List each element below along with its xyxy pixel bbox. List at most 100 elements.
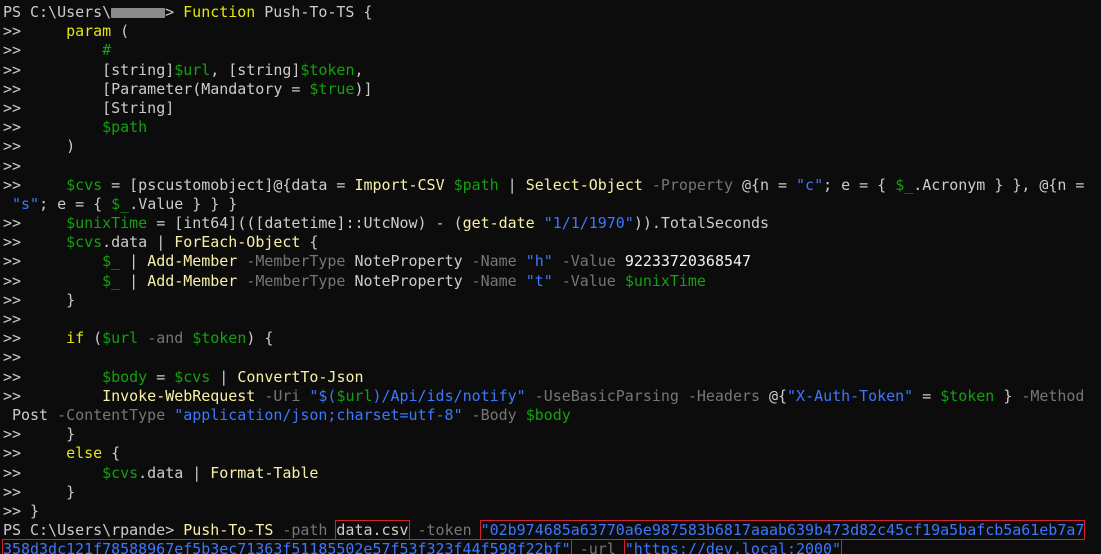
code-token: 92233720368547 <box>615 252 751 271</box>
code-token: >> <box>3 79 103 98</box>
terminal-line: >> $body = $cvs | ConvertTo-Json <box>3 368 1101 387</box>
code-token: Add-Member <box>147 271 238 290</box>
code-token: )] <box>354 79 373 98</box>
terminal-line: >> $cvs = [pscustomobject]@{data = Impor… <box>3 176 1101 195</box>
code-token: ; e = { <box>823 175 896 194</box>
code-token: [Parameter(Mandatory = <box>102 79 310 98</box>
code-token: else <box>66 444 103 463</box>
code-token: >> <box>3 386 103 405</box>
terminal-line: >> <box>3 348 1101 367</box>
code-token: "1/1/1970" <box>543 214 634 233</box>
code-token: >> <box>3 98 103 117</box>
terminal-line: 358d3dc121f78588967ef5b3ec71363f51185502… <box>2 539 1101 554</box>
code-token: } <box>66 290 76 309</box>
code-token: $_ <box>102 271 121 290</box>
code-token: >> <box>3 214 67 233</box>
code-token: "application/json;charset=utf-8" <box>174 405 463 424</box>
code-token: >> <box>3 444 67 463</box>
code-token: [string] <box>102 60 175 79</box>
code-token: Invoke-WebRequest <box>102 386 256 405</box>
code-token: { <box>300 233 319 252</box>
code-token: >> <box>3 60 103 79</box>
code-token: >> <box>3 137 67 156</box>
terminal-line: >> } <box>3 502 1101 521</box>
code-token: -Headers <box>687 386 760 405</box>
code-token: } <box>994 386 1022 405</box>
code-token: NoteProperty <box>345 271 472 290</box>
code-token: Add-Member <box>147 252 238 271</box>
terminal-line: >> # <box>3 41 1101 60</box>
code-token: [String] <box>102 98 175 117</box>
terminal-line: >> [string]$url, [string]$token, <box>3 61 1101 80</box>
code-token: | <box>120 271 148 290</box>
code-token: >> <box>3 329 67 348</box>
code-token: -UseBasicParsing <box>534 386 679 405</box>
code-token: Function <box>183 3 256 21</box>
code-token: "h" <box>525 252 553 271</box>
code-token: (([datetime]::UtcNow) - ( <box>237 214 463 233</box>
code-token: $url <box>102 329 139 348</box>
code-token: ) { <box>246 329 274 348</box>
code-token: $_ <box>111 194 130 213</box>
code-token: $token <box>300 60 355 79</box>
code-token: = <box>147 214 175 233</box>
terminal-line: "s"; e = { $_.Value } } } <box>3 195 1101 214</box>
powershell-terminal[interactable]: PS C:\Users\ > Function Push-To-TS {>> pa… <box>0 0 1101 554</box>
code-token: >> <box>3 271 103 290</box>
code-token: -Property <box>651 175 733 194</box>
code-token: $token <box>192 329 247 348</box>
highlighted-argument: data.csv <box>335 520 410 541</box>
code-token: PS C:\Users\rpande> <box>3 521 184 540</box>
code-token: [pscustomobject] <box>129 175 274 194</box>
code-token: $body <box>102 367 148 386</box>
code-token: -path <box>282 521 328 540</box>
code-token: -Body <box>471 405 517 424</box>
code-token: >> <box>3 175 67 194</box>
code-token: .data | <box>102 233 175 252</box>
code-token: # <box>102 41 112 60</box>
terminal-line: >> $_ | Add-Member -MemberType NotePrope… <box>3 272 1101 291</box>
code-token: ConvertTo-Json <box>237 367 364 386</box>
terminal-line: >> <box>3 157 1101 176</box>
code-token: -Name <box>471 252 517 271</box>
terminal-line: >> [String] <box>3 99 1101 118</box>
terminal-line: >> param ( <box>3 22 1101 41</box>
code-token: -and <box>147 329 184 348</box>
code-token: param <box>66 22 112 41</box>
terminal-line: >> } <box>3 425 1101 444</box>
highlighted-argument: "02b974685a63770a6e987583b6817aaab639b47… <box>479 520 1086 541</box>
code-token: -token <box>417 521 472 540</box>
code-token: $path <box>102 118 148 137</box>
code-token: $cvs <box>66 233 103 252</box>
code-token: ForEach-Object <box>174 233 301 252</box>
code-token: -Value <box>561 252 616 271</box>
code-token: [int64] <box>174 214 238 233</box>
code-token: -Name <box>471 271 517 290</box>
code-token: >> <box>3 367 103 386</box>
code-token: , <box>210 60 229 79</box>
code-token: $body <box>525 405 571 424</box>
code-token: , <box>354 60 364 79</box>
code-token: | <box>120 252 148 271</box>
code-token: Push-To-TS <box>183 521 274 540</box>
terminal-line: >> ) <box>3 137 1101 156</box>
code-token: "c" <box>796 175 824 194</box>
code-token: >> <box>3 118 103 137</box>
redacted-username <box>111 7 166 18</box>
code-token: NoteProperty <box>345 252 472 271</box>
terminal-line: >> Invoke-WebRequest -Uri "$($url)/Api/i… <box>3 387 1101 406</box>
code-token: $url <box>336 386 373 405</box>
code-token: @{data = <box>273 175 355 194</box>
code-token: ( <box>111 22 130 41</box>
